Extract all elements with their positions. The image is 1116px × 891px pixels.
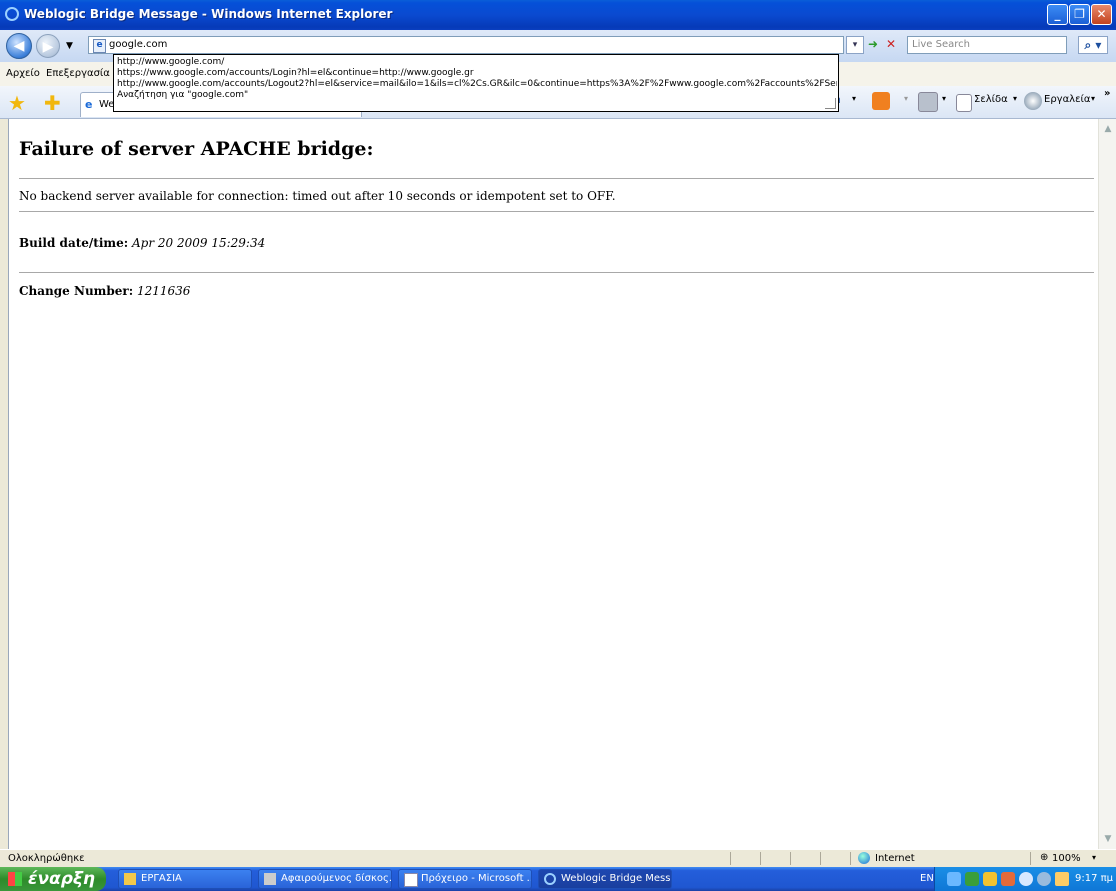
- window-title: Weblogic Bridge Message - Windows Intern…: [24, 7, 393, 21]
- zoom-icon: ⊕: [1040, 852, 1049, 863]
- tray-icon[interactable]: [1037, 872, 1051, 886]
- page-menu-icon: [956, 94, 972, 112]
- tools-menu-button[interactable]: Εργαλεία: [1044, 94, 1090, 105]
- back-button[interactable]: ◀: [6, 33, 32, 59]
- resize-grip-icon[interactable]: [825, 98, 836, 109]
- build-value: Apr 20 2009 15:29:34: [131, 236, 266, 250]
- ie-logo-icon: [5, 7, 19, 21]
- page-title: Failure of server APACHE bridge:: [19, 138, 374, 160]
- tray-icon[interactable]: [1019, 872, 1033, 886]
- zoom-level[interactable]: 100%: [1052, 853, 1081, 864]
- status-separator: [1030, 852, 1031, 865]
- search-button[interactable]: ⌕ ▾: [1078, 36, 1108, 54]
- status-separator: [730, 852, 731, 865]
- menu-file[interactable]: Αρχείο: [6, 68, 40, 79]
- maximize-button[interactable]: ❐: [1069, 4, 1090, 25]
- taskbar-item-drive[interactable]: Αφαιρούμενος δίσκος...: [258, 869, 392, 889]
- system-tray: 9:17 πμ: [934, 867, 1116, 891]
- print-dropdown-icon[interactable]: ▾: [942, 94, 946, 103]
- change-value: 1211636: [136, 284, 191, 298]
- zone-label: Internet: [875, 853, 915, 864]
- vertical-scrollbar[interactable]: ▲ ▼: [1098, 119, 1116, 849]
- taskbar-item-notepad[interactable]: Πρόχειρο - Microsoft ...: [398, 869, 532, 889]
- taskbar-item-label: Weblogic Bridge Mess...: [561, 873, 672, 884]
- windows-logo-icon: [8, 872, 22, 886]
- status-bar: Ολοκληρώθηκε Internet ⊕ 100% ▾: [0, 849, 1116, 868]
- status-separator: [850, 852, 851, 865]
- clock[interactable]: 9:17 πμ: [1075, 873, 1113, 884]
- close-window-button[interactable]: ✕: [1091, 4, 1112, 25]
- change-label: Change Number:: [19, 284, 134, 298]
- tools-dropdown-icon[interactable]: ▾: [1091, 94, 1095, 103]
- autocomplete-item[interactable]: http://www.google.com/accounts/Logout2?h…: [117, 79, 837, 89]
- page-menu-button[interactable]: Σελίδα: [974, 94, 1008, 105]
- taskbar-item-folder[interactable]: ΕΡΓΑΣΙΑ: [118, 869, 252, 889]
- taskbar-item-label: Πρόχειρο - Microsoft ...: [421, 873, 532, 884]
- internet-globe-icon: [858, 852, 870, 864]
- error-message: No backend server available for connecti…: [19, 189, 616, 203]
- go-button[interactable]: ➜: [864, 36, 882, 54]
- document-icon: [404, 873, 418, 887]
- tray-icon[interactable]: [1055, 872, 1069, 886]
- tray-icon[interactable]: [1001, 872, 1015, 886]
- feeds-icon[interactable]: [872, 92, 890, 110]
- menu-edit[interactable]: Επεξεργασία: [46, 68, 110, 79]
- tray-icon[interactable]: [965, 872, 979, 886]
- page-dropdown-icon[interactable]: ▾: [1013, 94, 1017, 103]
- tray-icon[interactable]: [983, 872, 997, 886]
- search-input[interactable]: Live Search: [907, 36, 1067, 54]
- scroll-down-icon[interactable]: ▼: [1101, 832, 1115, 846]
- status-separator: [820, 852, 821, 865]
- autocomplete-search-item[interactable]: Αναζήτηση για "google.com": [117, 90, 837, 100]
- tab-ie-icon: e: [85, 98, 93, 111]
- drive-icon: [264, 873, 276, 885]
- page-icon: e: [93, 39, 106, 53]
- status-separator: [760, 852, 761, 865]
- feeds-dropdown-icon: ▾: [904, 94, 909, 103]
- address-dropdown-button[interactable]: ▾: [846, 36, 864, 54]
- stop-button[interactable]: ✕: [882, 36, 900, 54]
- change-info: Change Number: 1211636: [19, 284, 190, 298]
- chevron-more-icon[interactable]: »: [1104, 88, 1110, 99]
- status-separator: [790, 852, 791, 865]
- forward-button[interactable]: ▶: [36, 34, 60, 58]
- window-titlebar: Weblogic Bridge Message - Windows Intern…: [0, 0, 1116, 30]
- divider: [19, 178, 1094, 179]
- divider: [19, 272, 1094, 273]
- folder-icon: [124, 873, 136, 885]
- address-input[interactable]: google.com: [109, 39, 167, 50]
- autocomplete-item[interactable]: https://www.google.com/accounts/Login?hl…: [117, 68, 837, 78]
- favorites-star-icon[interactable]: ★: [8, 93, 26, 113]
- add-favorites-icon[interactable]: ✚: [44, 93, 61, 113]
- start-label: έναρξη: [28, 869, 96, 889]
- divider: [19, 211, 1094, 212]
- taskbar-item-ie[interactable]: Weblogic Bridge Mess...: [538, 869, 672, 889]
- start-button[interactable]: έναρξη: [0, 867, 106, 891]
- autocomplete-item[interactable]: http://www.google.com/: [117, 57, 837, 67]
- address-bar[interactable]: e google.com: [88, 36, 844, 54]
- zoom-dropdown-icon[interactable]: ▾: [1092, 853, 1096, 862]
- home-dropdown-icon[interactable]: ▾: [852, 94, 856, 103]
- tray-icon[interactable]: [947, 872, 961, 886]
- print-icon[interactable]: [918, 92, 938, 112]
- status-text: Ολοκληρώθηκε: [8, 853, 85, 864]
- language-indicator[interactable]: EN: [920, 873, 934, 884]
- address-autocomplete: http://www.google.com/ https://www.googl…: [113, 54, 839, 112]
- build-label: Build date/time:: [19, 236, 129, 250]
- ie-icon: [544, 873, 556, 885]
- taskbar: έναρξη ΕΡΓΑΣΙΑ Αφαιρούμενος δίσκος... Πρ…: [0, 867, 1116, 891]
- history-dropdown-icon[interactable]: ▼: [66, 41, 73, 51]
- tools-gear-icon: [1024, 92, 1042, 110]
- taskbar-item-label: ΕΡΓΑΣΙΑ: [141, 873, 182, 884]
- build-info: Build date/time: Apr 20 2009 15:29:34: [19, 236, 265, 250]
- taskbar-item-label: Αφαιρούμενος δίσκος...: [281, 873, 392, 884]
- scroll-up-icon[interactable]: ▲: [1101, 122, 1115, 136]
- page-content: Failure of server APACHE bridge: No back…: [8, 119, 1099, 849]
- minimize-button[interactable]: _: [1047, 4, 1068, 25]
